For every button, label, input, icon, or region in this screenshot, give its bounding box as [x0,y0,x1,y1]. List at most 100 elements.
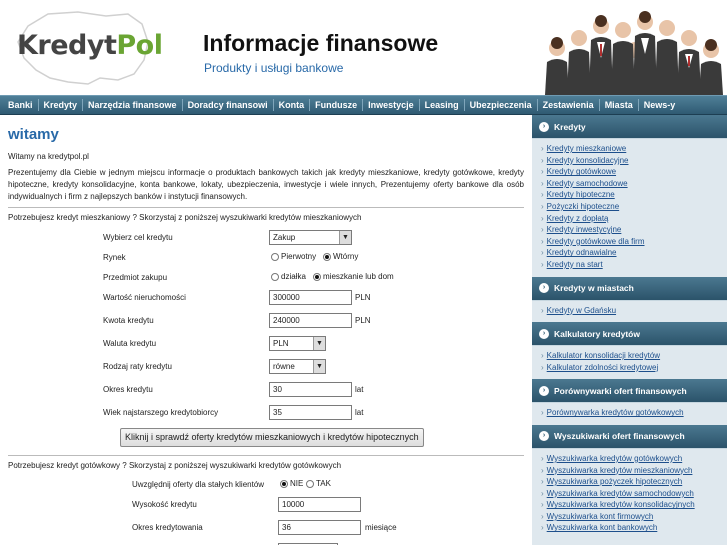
main-content: witamy Witamy na kredytpol.pl Prezentuje… [8,118,524,545]
oferty-label: Uwzględnij oferty dla stałych klientów [132,480,265,489]
okres-unit: lat [355,385,364,394]
wartosc-label: Wartość nieruchomości [103,293,186,302]
kwota-input[interactable]: 240000 [269,313,352,328]
cash-search-lead: Potrzebujesz kredyt gotówkowy ? Skorzyst… [8,461,342,470]
nav-item[interactable]: Banki [3,99,39,111]
oferty-tak-radio[interactable]: TAK [306,479,331,488]
nav-item[interactable]: Inwestycje [363,99,420,111]
przedmiot-label: Przedmiot zakupu [103,273,168,282]
form-row-wysokosc: Wysokość kredytu 10000 [8,497,524,515]
sidebar-box-links: Porównywarka kredytów gotówkowych [532,403,727,425]
divider [8,207,524,208]
form-row-przedmiot: Przedmiot zakupu działka mieszkanie lub … [8,270,524,288]
rynek-wtorny-radio[interactable]: Wtórny [323,252,358,261]
sidebar-link[interactable]: Kredyty konsolidacyjne [541,155,727,167]
nav-item[interactable]: Kredyty [39,99,84,111]
wiek-input[interactable]: 35 [269,405,352,420]
sidebar-link[interactable]: Pożyczki hipoteczne [541,201,727,213]
rynek-label: Rynek [103,253,126,262]
sidebar-link[interactable]: Kredyty odnawialne [541,247,727,259]
radio-selected-icon [280,479,288,488]
sidebar-link[interactable]: Wyszukiwarka kredytów konsolidacyjnych [541,499,727,511]
sidebar-box-links: Kredyty mieszkanioweKredyty konsolidacyj… [532,139,727,277]
przedmiot-mieszkanie-radio[interactable]: mieszkanie lub dom [313,272,394,281]
sidebar-link[interactable]: Porównywarka kredytów gotówkowych [541,407,727,419]
radio-icon [271,252,279,261]
sidebar-link[interactable]: Kredyty inwestycyjne [541,224,727,236]
sidebar-link[interactable]: Kredyty z dopłatą [541,213,727,225]
sidebar-link[interactable]: Kredyty na start [541,259,727,271]
form-row-cel: Wybierz cel kredytu Zakup ▼ [8,230,524,248]
chevron-circle-icon: › [539,431,549,442]
nav-item[interactable]: Narzędzia finansowe [83,99,183,111]
sidebar-link[interactable]: Kredyty hipoteczne [541,189,727,201]
wartosc-input[interactable]: 300000 [269,290,352,305]
oferty-nie-radio[interactable]: NIE [280,479,303,488]
nav-item[interactable]: Miasta [600,99,639,111]
site-logo[interactable]: KredytPol [8,8,163,86]
waluta-label: Waluta kredytu [103,339,157,348]
sidebar-link[interactable]: Wyszukiwarka kredytów samochodowych [541,488,727,500]
okres-label: Okres kredytu [103,385,153,394]
sidebar-link[interactable]: Wyszukiwarka kredytów mieszkaniowych [541,465,727,477]
radio-selected-icon [323,252,331,261]
cel-select[interactable]: Zakup ▼ [269,230,352,245]
site-subtitle: Produkty i usługi bankowe [204,61,344,75]
rynek-pierwotny-radio[interactable]: Pierwotny [271,252,316,261]
sidebar-link[interactable]: Kredyty gotówkowe [541,166,727,178]
business-people-photo [527,8,727,95]
logo-text: KredytPol [17,30,163,61]
sidebar-box-title: Wyszukiwarki ofert finansowych [554,431,685,442]
mortgage-search-lead: Potrzebujesz kredyt mieszkaniowy ? Skorz… [8,213,362,222]
radio-icon [271,272,279,281]
sidebar-link[interactable]: Kredyty w Gdańsku [541,305,727,317]
sidebar-box-title: Porównywarki ofert finansowych [554,385,687,396]
przedmiot-dzialka-radio[interactable]: działka [271,272,306,281]
radio-selected-icon [313,272,321,281]
form-row-wartosc: Wartość nieruchomości 300000 PLN [8,290,524,308]
nav-item[interactable]: Ubezpieczenia [465,99,538,111]
sidebar-link[interactable]: Wyszukiwarka kredytów gotówkowych [541,453,727,465]
nav-item[interactable]: Doradcy finansowi [183,99,274,111]
nav-item[interactable]: Fundusze [310,99,364,111]
chevron-down-icon: ▼ [339,231,351,244]
sidebar-link[interactable]: Kredyty mieszkaniowe [541,143,727,155]
kwota-unit: PLN [355,316,371,325]
sidebar-box-links: Kalkulator konsolidacji kredytówKalkulat… [532,346,727,379]
form-row-okres-kred: Okres kredytowania 36 miesiące [8,520,524,538]
sidebar-link[interactable]: Kredyty samochodowe [541,178,727,190]
sidebar-link[interactable]: Wyszukiwarka kont firmowych [541,511,727,523]
sidebar-link[interactable]: Kredyty gotówkowe dla firm [541,236,727,248]
cel-label: Wybierz cel kredytu [103,233,173,242]
site-header: KredytPol Informacje finansowe Produkty … [0,0,727,95]
sidebar-box-header[interactable]: › Kredyty w miastach [532,276,727,301]
sidebar-box-header[interactable]: › Kredyty [532,115,727,139]
nav-item[interactable]: Zestawienia [538,99,600,111]
sidebar-link[interactable]: Kalkulator konsolidacji kredytów [541,350,727,362]
sidebar-link[interactable]: Kalkulator zdolności kredytowej [541,362,727,374]
mortgage-search-button[interactable]: Kliknij i sprawdź oferty kredytów mieszk… [120,428,424,447]
okres-kredytowania-input[interactable]: 36 [278,520,361,535]
site-title: Informacje finansowe [203,30,439,56]
okres-input[interactable]: 30 [269,382,352,397]
sidebar-link[interactable]: Wyszukiwarka kont bankowych [541,522,727,534]
nav-item[interactable]: News-y [639,99,681,111]
sidebar-link[interactable]: Wyszukiwarka pożyczek hipotecznych [541,476,727,488]
okres-kredytowania-unit: miesiące [365,523,397,532]
sidebar-box-header[interactable]: › Porównywarki ofert finansowych [532,379,727,404]
form-row-raty: Rodzaj raty kredytu równe ▼ [8,359,524,377]
sidebar: › Kredyty Kredyty mieszkanioweKredyty kons… [532,115,727,545]
nav-item[interactable]: Konta [274,99,311,111]
wysokosc-input[interactable]: 10000 [278,497,361,512]
raty-select[interactable]: równe ▼ [269,359,326,374]
waluta-select[interactable]: PLN ▼ [269,336,326,351]
sidebar-box-title: Kredyty w miastach [554,283,634,294]
wiek-label: Wiek najstarszego kredytobiorcy [103,408,219,417]
form-row-wiek: Wiek najstarszego kredytobiorcy 35 lat [8,405,524,423]
sidebar-box-header[interactable]: › Wyszukiwarki ofert finansowych [532,424,727,449]
nav-item[interactable]: Leasing [420,99,465,111]
sidebar-box-header[interactable]: › Kalkulatory kredytów [532,322,727,347]
raty-label: Rodzaj raty kredytu [103,362,172,371]
okres-kredytowania-label: Okres kredytowania [132,523,203,532]
chevron-circle-icon: › [539,328,549,339]
